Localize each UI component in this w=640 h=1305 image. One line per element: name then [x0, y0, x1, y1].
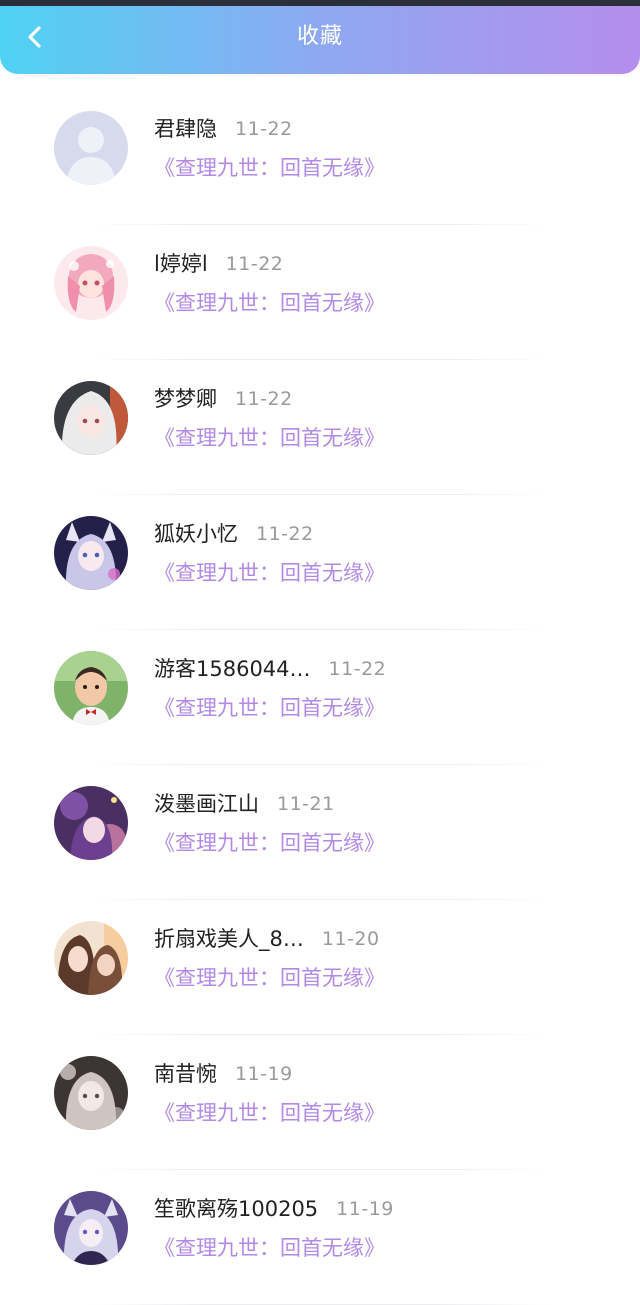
- child-photo-avatar[interactable]: [54, 651, 128, 725]
- work-title-link[interactable]: 《查理九世：回首无缘》: [154, 1098, 385, 1128]
- list-item[interactable]: 君肆隐 11-22 《查理九世：回首无缘》: [0, 90, 640, 225]
- user-name[interactable]: l婷婷l: [154, 249, 208, 279]
- default-user-avatar[interactable]: [54, 111, 128, 185]
- list-item[interactable]: 笙歌离殇100205 11-19 《查理九世：回首无缘》: [0, 1170, 640, 1305]
- list-item[interactable]: l婷婷l 11-22 《查理九世：回首无缘》: [0, 225, 640, 360]
- work-title-link[interactable]: 《查理九世：回首无缘》: [154, 153, 385, 183]
- user-name[interactable]: 狐妖小忆: [154, 519, 238, 549]
- pink-anime-girl-avatar[interactable]: [54, 246, 128, 320]
- user-name[interactable]: 折扇戏美人_8…: [154, 924, 304, 954]
- work-title-link[interactable]: 《查理九世：回首无缘》: [154, 1233, 385, 1263]
- work-title-link[interactable]: 《查理九世：回首无缘》: [154, 963, 385, 993]
- work-title-link[interactable]: 《查理九世：回首无缘》: [154, 423, 385, 453]
- fox-girl-avatar[interactable]: [54, 516, 128, 590]
- list-item[interactable]: 泼墨画江山 11-21 《查理九世：回首无缘》: [0, 765, 640, 900]
- sketch-girl-avatar[interactable]: [54, 1056, 128, 1130]
- silver-hair-boy-avatar[interactable]: [54, 1191, 128, 1265]
- white-hair-girl-avatar[interactable]: [54, 381, 128, 455]
- anime-couple-avatar[interactable]: [54, 921, 128, 995]
- user-name[interactable]: 南昔惋: [154, 1059, 217, 1089]
- work-title-link[interactable]: 《查理九世：回首无缘》: [154, 828, 385, 858]
- work-title-link[interactable]: 《查理九世：回首无缘》: [154, 288, 385, 318]
- list-item[interactable]: 狐妖小忆 11-22 《查理九世：回首无缘》: [0, 495, 640, 630]
- collect-date: 11-22: [235, 118, 293, 140]
- user-name[interactable]: 游客1586044…: [154, 654, 311, 684]
- collect-date: 11-21: [277, 793, 335, 815]
- user-name[interactable]: 笙歌离殇100205: [154, 1194, 318, 1224]
- collect-date: 11-22: [235, 388, 293, 410]
- collect-date: 11-22: [328, 658, 387, 680]
- list-item[interactable]: 南昔惋 11-19 《查理九世：回首无缘》: [0, 1035, 640, 1170]
- collect-date: 11-19: [336, 1198, 394, 1220]
- collect-date: 11-19: [235, 1063, 293, 1085]
- user-name[interactable]: 梦梦卿: [154, 384, 217, 414]
- purple-anime-avatar[interactable]: [54, 786, 128, 860]
- user-name[interactable]: 君肆隐: [154, 114, 217, 144]
- collect-date: 11-22: [225, 253, 284, 275]
- collect-date: 11-20: [321, 928, 380, 950]
- user-name[interactable]: 泼墨画江山: [154, 789, 259, 819]
- collect-date: 11-22: [256, 523, 314, 545]
- page-title: 收藏: [296, 24, 343, 49]
- list-item[interactable]: 梦梦卿 11-22 《查理九世：回首无缘》: [0, 360, 640, 495]
- header-bar: 收藏: [0, 0, 640, 74]
- work-title-link[interactable]: 《查理九世：回首无缘》: [154, 558, 385, 588]
- work-title-link[interactable]: 《查理九世：回首无缘》: [154, 693, 385, 723]
- list-item[interactable]: 游客1586044… 11-22 《查理九世：回首无缘》: [0, 630, 640, 765]
- list-item[interactable]: 折扇戏美人_8… 11-20 《查理九世：回首无缘》: [0, 900, 640, 1035]
- favorites-list: 君肆隐 11-22 《查理九世：回首无缘》 l婷婷l 11-22 《查理九世：回…: [0, 90, 640, 1305]
